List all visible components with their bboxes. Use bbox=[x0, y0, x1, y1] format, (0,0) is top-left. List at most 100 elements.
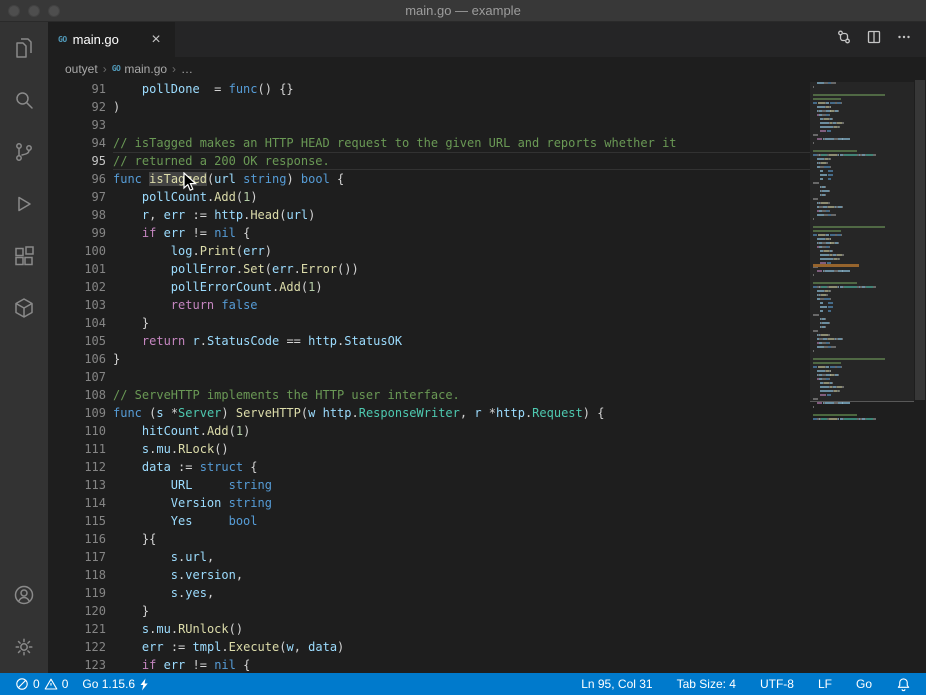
line-number: 120 bbox=[48, 602, 113, 620]
close-window-button[interactable] bbox=[8, 5, 20, 17]
scrollbar-thumb[interactable] bbox=[915, 80, 925, 400]
code-line[interactable] bbox=[113, 368, 810, 386]
tab-main-go[interactable]: GO main.go × bbox=[48, 22, 175, 57]
split-editor-icon bbox=[866, 29, 882, 45]
more-actions-button[interactable] bbox=[896, 29, 912, 50]
minimap[interactable] bbox=[810, 82, 914, 673]
code-line[interactable]: URL string bbox=[113, 476, 810, 494]
minimize-window-button[interactable] bbox=[28, 5, 40, 17]
breadcrumb-item-main-go[interactable]: main.go bbox=[124, 62, 167, 76]
code-line[interactable]: // isTagged makes an HTTP HEAD request t… bbox=[113, 134, 810, 152]
code-line[interactable]: pollErrorCount.Add(1) bbox=[113, 278, 810, 296]
code-line[interactable]: s.mu.RUnlock() bbox=[113, 620, 810, 638]
line-number: 104 bbox=[48, 314, 113, 332]
encoding-status[interactable]: UTF-8 bbox=[755, 677, 799, 691]
code-line[interactable]: hitCount.Add(1) bbox=[113, 422, 810, 440]
code-line[interactable]: s.mu.RLock() bbox=[113, 440, 810, 458]
tab-close-button[interactable]: × bbox=[147, 32, 165, 48]
activity-item-accounts[interactable] bbox=[0, 569, 48, 621]
split-editor-button[interactable] bbox=[866, 29, 882, 50]
activity-item-extensions[interactable] bbox=[0, 230, 48, 282]
activity-item-search[interactable] bbox=[0, 74, 48, 126]
notifications-bell-button[interactable] bbox=[891, 677, 916, 692]
line-number: 92 bbox=[48, 98, 113, 116]
problems-status[interactable]: 0 0 bbox=[10, 677, 73, 691]
code-line[interactable]: err := tmpl.Execute(w, data) bbox=[113, 638, 810, 656]
open-changes-icon bbox=[836, 29, 852, 45]
code-line[interactable]: pollError.Set(err.Error()) bbox=[113, 260, 810, 278]
cursor-position-status[interactable]: Ln 95, Col 31 bbox=[576, 677, 657, 691]
line-number: 110 bbox=[48, 422, 113, 440]
line-number: 115 bbox=[48, 512, 113, 530]
breadcrumb-item-symbol-ellipsis[interactable]: … bbox=[181, 62, 193, 76]
code-editor: 9192939495969798991001011021031041051061… bbox=[48, 80, 926, 673]
go-version-status[interactable]: Go 1.15.6 bbox=[77, 677, 154, 691]
tab-label: main.go bbox=[73, 32, 119, 47]
code-line[interactable]: log.Print(err) bbox=[113, 242, 810, 260]
code-line[interactable]: s.url, bbox=[113, 548, 810, 566]
line-number: 116 bbox=[48, 530, 113, 548]
eol-status[interactable]: LF bbox=[813, 677, 837, 691]
run-debug-icon bbox=[12, 192, 36, 216]
code-line[interactable]: s.version, bbox=[113, 566, 810, 584]
chevron-right-icon: › bbox=[102, 62, 108, 76]
code-line[interactable]: return false bbox=[113, 296, 810, 314]
editor-actions bbox=[836, 22, 926, 57]
line-number: 107 bbox=[48, 368, 113, 386]
line-number: 94 bbox=[48, 134, 113, 152]
explorer-icon bbox=[12, 36, 36, 60]
status-bar-right: Ln 95, Col 31 Tab Size: 4 UTF-8 LF Go bbox=[576, 677, 916, 692]
line-number: 121 bbox=[48, 620, 113, 638]
error-count: 0 bbox=[33, 677, 40, 691]
activity-item-settings[interactable] bbox=[0, 621, 48, 673]
code-line[interactable]: data := struct { bbox=[113, 458, 810, 476]
code-line[interactable]: } bbox=[113, 350, 810, 368]
package-icon bbox=[12, 296, 36, 320]
line-number: 98 bbox=[48, 206, 113, 224]
code-line[interactable]: }{ bbox=[113, 530, 810, 548]
code-line[interactable]: } bbox=[113, 602, 810, 620]
go-file-icon: GO bbox=[58, 35, 67, 44]
code-line[interactable]: Version string bbox=[113, 494, 810, 512]
line-number: 114 bbox=[48, 494, 113, 512]
code-line[interactable]: func isTagged(url string) bool { bbox=[113, 170, 810, 188]
minimap-slider[interactable] bbox=[810, 82, 914, 402]
code-line[interactable]: r, err := http.Head(url) bbox=[113, 206, 810, 224]
status-bar-left: 0 0 Go 1.15.6 bbox=[10, 677, 154, 691]
code-line[interactable] bbox=[113, 116, 810, 134]
line-number: 122 bbox=[48, 638, 113, 656]
code-line[interactable]: // ServeHTTP implements the HTTP user in… bbox=[113, 386, 810, 404]
code-line[interactable]: } bbox=[113, 314, 810, 332]
window-titlebar: main.go — example bbox=[0, 0, 926, 22]
line-number: 119 bbox=[48, 584, 113, 602]
code-line[interactable]: return r.StatusCode == http.StatusOK bbox=[113, 332, 810, 350]
code-line[interactable]: ) bbox=[113, 98, 810, 116]
code-line[interactable]: if err != nil { bbox=[113, 224, 810, 242]
status-bar: 0 0 Go 1.15.6 Ln 95, Col 31 Tab Size: 4 … bbox=[0, 673, 926, 695]
code-line[interactable]: Yes bool bbox=[113, 512, 810, 530]
activity-item-source-control[interactable] bbox=[0, 126, 48, 178]
line-number: 100 bbox=[48, 242, 113, 260]
tab-size-status[interactable]: Tab Size: 4 bbox=[672, 677, 741, 691]
line-number: 117 bbox=[48, 548, 113, 566]
code-line[interactable]: pollCount.Add(1) bbox=[113, 188, 810, 206]
activity-item-run-debug[interactable] bbox=[0, 178, 48, 230]
gear-icon bbox=[12, 635, 36, 659]
activity-item-explorer[interactable] bbox=[0, 22, 48, 74]
language-mode-status[interactable]: Go bbox=[851, 677, 877, 691]
activity-item-package[interactable] bbox=[0, 282, 48, 334]
zoom-window-button[interactable] bbox=[48, 5, 60, 17]
code-line[interactable]: func (s *Server) ServeHTTP(w http.Respon… bbox=[113, 404, 810, 422]
code-line[interactable]: pollDone = func() {} bbox=[113, 80, 810, 98]
vertical-scrollbar[interactable] bbox=[914, 80, 926, 673]
go-version-label: Go 1.15.6 bbox=[82, 677, 135, 691]
line-number: 96 bbox=[48, 170, 113, 188]
line-number: 105 bbox=[48, 332, 113, 350]
code-line[interactable]: if err != nil { bbox=[113, 656, 810, 673]
tab-bar: GO main.go × bbox=[48, 22, 926, 57]
open-changes-button[interactable] bbox=[836, 29, 852, 50]
breadcrumb-item-outyet[interactable]: outyet bbox=[65, 62, 98, 76]
code-line[interactable]: s.yes, bbox=[113, 584, 810, 602]
code-line[interactable]: // returned a 200 OK response. bbox=[113, 152, 810, 170]
line-number: 109 bbox=[48, 404, 113, 422]
